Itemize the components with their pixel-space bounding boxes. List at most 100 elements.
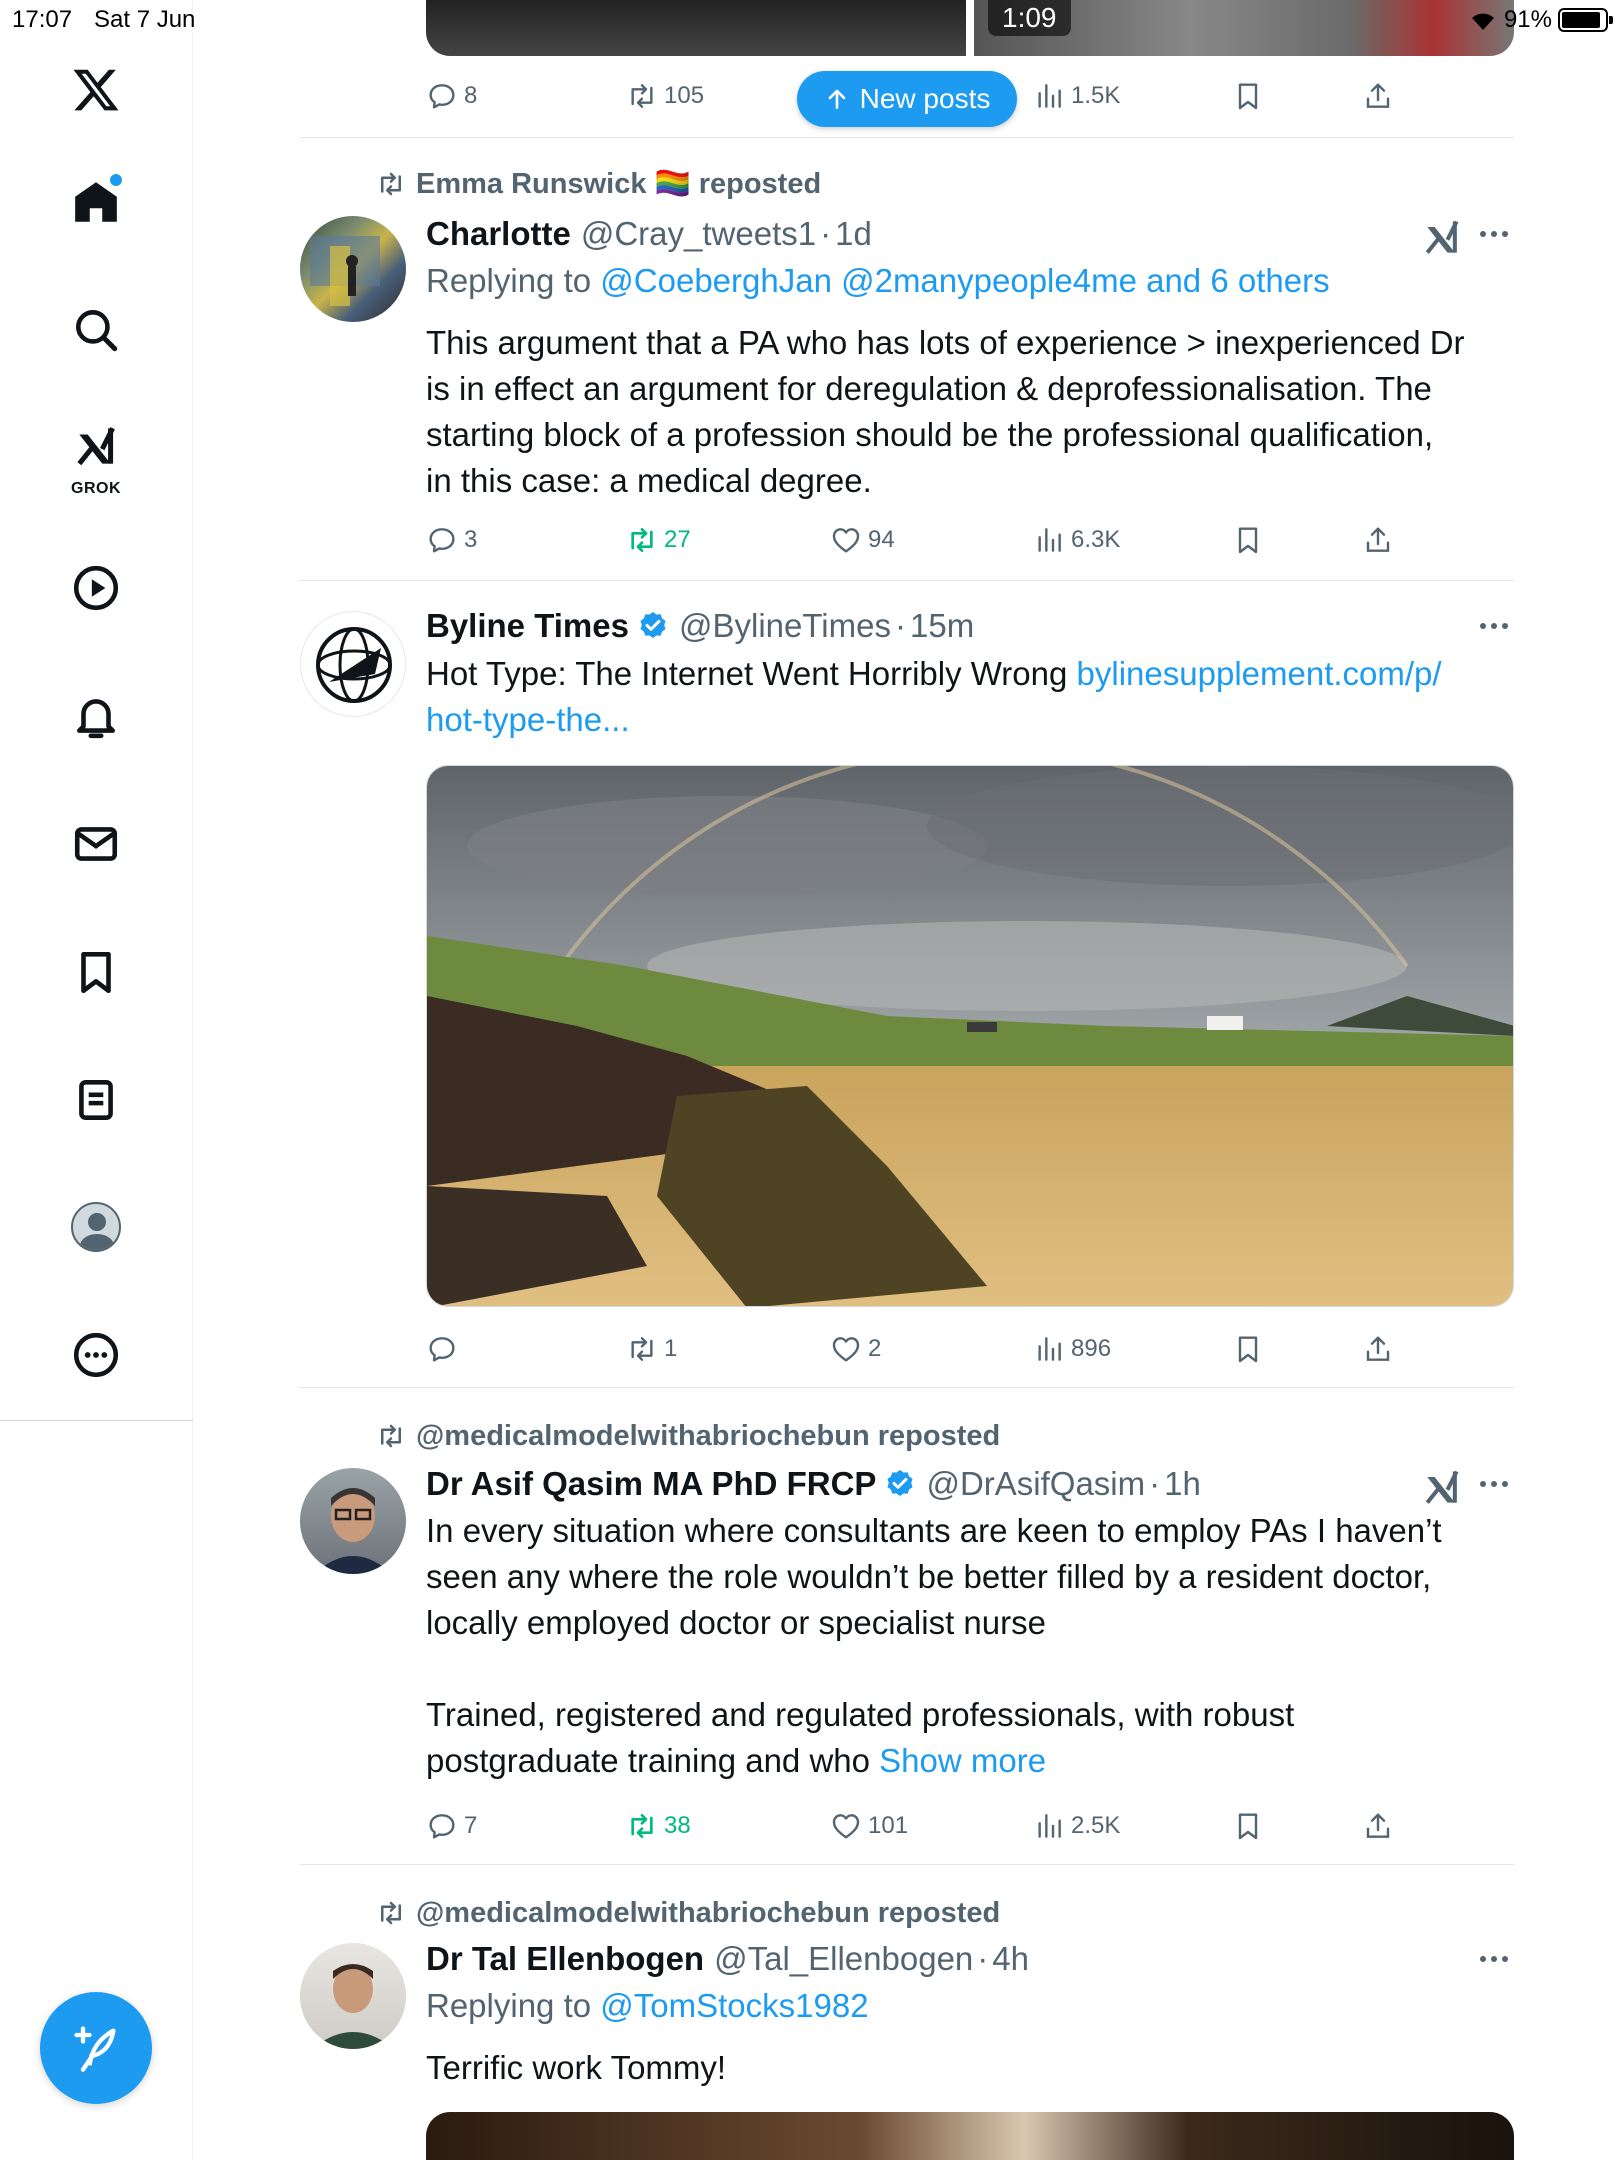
tweet-text: Hot Type: The Internet Went Horribly Wro… xyxy=(426,651,1514,743)
tweet[interactable]: Byline Times @BylineTimes · 15m Hot Type… xyxy=(300,581,1514,1387)
share-icon xyxy=(1366,1336,1390,1361)
repost-icon xyxy=(631,1814,653,1838)
search-icon xyxy=(76,310,118,352)
avatar[interactable] xyxy=(300,1468,406,1574)
like-count: 2 xyxy=(868,1335,882,1362)
author-handle[interactable]: @BylineTimes xyxy=(679,607,891,645)
more-options-button[interactable] xyxy=(1474,1466,1514,1502)
bell-icon xyxy=(77,699,115,739)
show-more-link[interactable]: Show more xyxy=(879,1742,1046,1779)
compose-icon xyxy=(74,2026,116,2072)
sidebar-item-lists[interactable] xyxy=(56,1060,136,1140)
replying-to-users[interactable]: @CoeberghJan @2manypeople4me and 6 other… xyxy=(600,262,1329,299)
tweet-image[interactable] xyxy=(426,765,1514,1307)
sidebar-item-more[interactable] xyxy=(56,1315,136,1395)
heart-icon xyxy=(832,1337,860,1362)
repost-context: @medicalmodelwithabriochebun reposted xyxy=(376,1895,1000,1931)
avatar[interactable] xyxy=(300,216,406,322)
author-name[interactable]: Dr Asif Qasim MA PhD FRCP xyxy=(426,1465,876,1503)
reply-count: 7 xyxy=(464,1812,478,1839)
views-action[interactable]: 6.3K xyxy=(1033,520,1120,560)
share-action[interactable] xyxy=(1362,1329,1394,1369)
more-options-button[interactable] xyxy=(1474,608,1514,644)
repost-icon xyxy=(631,84,653,108)
verified-badge-icon xyxy=(887,1470,913,1496)
tweet-time[interactable]: 1d xyxy=(835,215,872,253)
author-handle[interactable]: @Tal_Ellenbogen xyxy=(714,1940,973,1978)
repost-action[interactable]: 38 xyxy=(626,1806,691,1846)
tweet-time[interactable]: 1h xyxy=(1164,1465,1201,1503)
views-icon xyxy=(1038,528,1061,552)
play-icon xyxy=(73,565,119,611)
like-action[interactable]: 2 xyxy=(830,1329,881,1369)
repost-action[interactable]: 105 xyxy=(626,76,704,116)
new-posts-button[interactable]: New posts xyxy=(797,71,1017,127)
like-action[interactable]: 94 xyxy=(830,520,895,560)
tweet[interactable]: Emma Runswick 🏳️‍🌈 reposted Charlotte @C… xyxy=(300,138,1514,580)
author-name[interactable]: Charlotte xyxy=(426,215,571,253)
repost-action[interactable]: 27 xyxy=(626,520,691,560)
sidebar-item-home[interactable] xyxy=(56,162,136,242)
view-count: 6.3K xyxy=(1071,526,1121,553)
replying-to: Replying to @TomStocks1982 xyxy=(426,1987,869,2025)
x-logo-icon xyxy=(73,69,119,111)
bookmark-action[interactable] xyxy=(1232,1806,1264,1846)
share-action[interactable] xyxy=(1362,520,1394,560)
author-name[interactable]: Dr Tal Ellenbogen xyxy=(426,1940,704,1978)
tweet-media-bottom[interactable] xyxy=(426,2112,1514,2160)
avatar[interactable] xyxy=(300,1943,406,2049)
sidebar-item-notifications[interactable] xyxy=(56,676,136,756)
sidebar-item-x-logo[interactable] xyxy=(56,50,136,130)
author-handle[interactable]: @Cray_tweets1 xyxy=(581,215,816,253)
list-icon xyxy=(79,1080,113,1120)
share-action[interactable] xyxy=(1362,76,1394,116)
author-name[interactable]: Byline Times xyxy=(426,607,629,645)
bookmark-action[interactable] xyxy=(1232,520,1264,560)
envelope-icon xyxy=(74,827,118,861)
views-action[interactable]: 896 xyxy=(1033,1329,1111,1369)
tweet[interactable]: @medicalmodelwithabriochebun reposted Dr… xyxy=(300,1388,1514,1864)
sidebar-item-profile[interactable] xyxy=(56,1187,136,1267)
like-action[interactable]: 101 xyxy=(830,1806,908,1846)
tweet-text: In every situation where consultants are… xyxy=(426,1508,1514,1784)
more-options-button[interactable] xyxy=(1474,1941,1514,1977)
repost-icon xyxy=(381,1424,401,1448)
sidebar-item-explore[interactable] xyxy=(56,290,136,370)
reply-action[interactable]: 8 xyxy=(426,76,477,116)
repost-action[interactable]: 1 xyxy=(626,1329,677,1369)
compose-button[interactable] xyxy=(40,1992,152,2104)
reply-action[interactable]: 3 xyxy=(426,520,477,560)
status-right: 91% xyxy=(1468,6,1613,34)
bookmark-icon xyxy=(1238,1813,1258,1840)
sidebar-divider xyxy=(0,1420,193,1421)
sidebar-item-grok[interactable]: GROK xyxy=(56,412,136,502)
share-icon xyxy=(1366,527,1390,552)
grok-icon[interactable] xyxy=(1420,1466,1464,1510)
repost-count: 38 xyxy=(664,1812,691,1839)
tweet-time[interactable]: 4h xyxy=(992,1940,1029,1978)
bookmark-action[interactable] xyxy=(1232,1329,1264,1369)
grok-icon[interactable] xyxy=(1420,216,1464,260)
replying-to-users[interactable]: @TomStocks1982 xyxy=(600,1987,868,2024)
replying-prefix: Replying to xyxy=(426,262,592,299)
sidebar-item-bookmarks[interactable] xyxy=(56,932,136,1012)
reply-count: 8 xyxy=(464,82,478,109)
reply-action[interactable] xyxy=(426,1329,464,1369)
views-action[interactable]: 1.5K xyxy=(1033,76,1120,116)
sidebar-item-video[interactable] xyxy=(56,548,136,628)
author-handle[interactable]: @DrAsifQasim xyxy=(926,1465,1145,1503)
views-action[interactable]: 2.5K xyxy=(1033,1806,1120,1846)
bookmark-icon xyxy=(1238,83,1258,110)
more-options-button[interactable] xyxy=(1474,216,1514,252)
tweet[interactable]: @medicalmodelwithabriochebun reposted Dr… xyxy=(300,1865,1514,2160)
reply-action[interactable]: 7 xyxy=(426,1806,477,1846)
sidebar-item-messages[interactable] xyxy=(56,804,136,884)
heart-icon xyxy=(832,1814,860,1839)
tweet-time[interactable]: 15m xyxy=(910,607,974,645)
replying-to: Replying to @CoeberghJan @2manypeople4me… xyxy=(426,262,1330,300)
tweet-header: Dr Asif Qasim MA PhD FRCP @DrAsifQasim ·… xyxy=(426,1465,1201,1503)
bookmark-action[interactable] xyxy=(1232,76,1264,116)
share-action[interactable] xyxy=(1362,1806,1394,1846)
new-posts-label: New posts xyxy=(859,83,991,114)
avatar[interactable] xyxy=(300,611,406,717)
